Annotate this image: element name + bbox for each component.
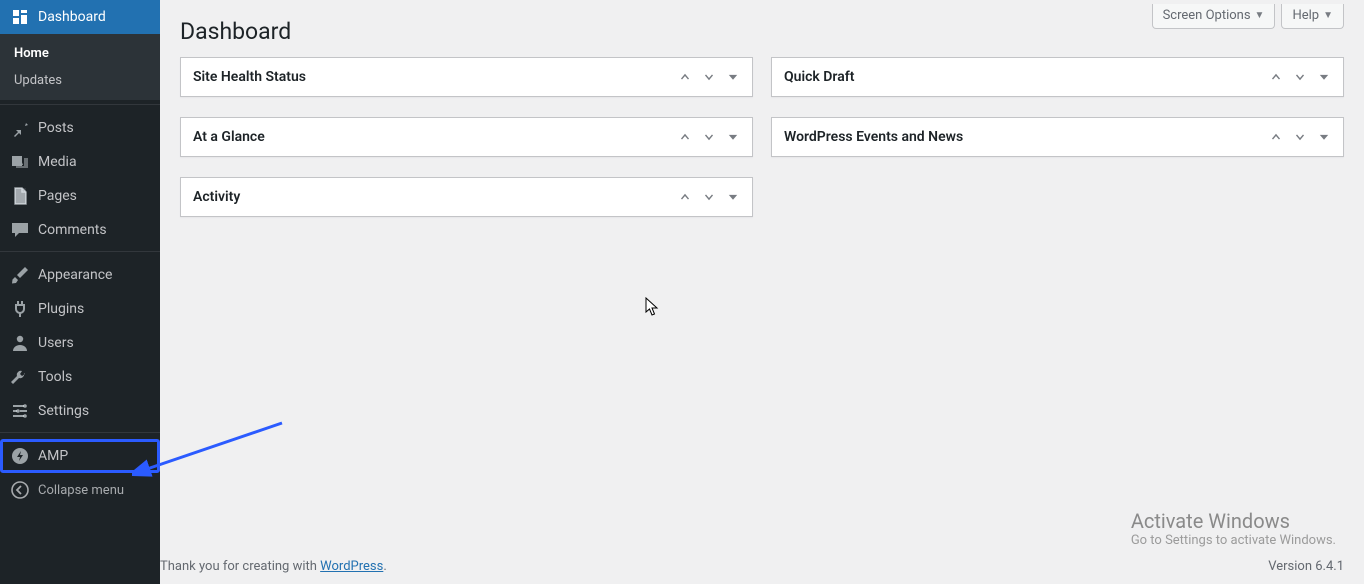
user-icon	[10, 333, 30, 353]
move-up-icon[interactable]	[678, 70, 692, 84]
sidebar-item-label: Plugins	[38, 301, 152, 317]
widget-header[interactable]: Activity	[181, 178, 752, 216]
widget-title: Quick Draft	[784, 69, 854, 85]
toggle-panel-icon[interactable]	[726, 130, 740, 144]
screen-options-label: Screen Options	[1163, 8, 1251, 23]
widget-events_news: WordPress Events and News	[771, 117, 1344, 157]
media-icon	[10, 152, 30, 172]
plug-icon	[10, 299, 30, 319]
pages-icon	[10, 186, 30, 206]
sidebar-item-label: Tools	[38, 369, 152, 385]
move-up-icon[interactable]	[678, 130, 692, 144]
menu-separator	[0, 428, 160, 433]
settings-icon	[10, 401, 30, 421]
collapse-icon	[10, 480, 30, 500]
pin-icon	[10, 118, 30, 138]
sidebar-item-label: Media	[38, 154, 152, 170]
widget-title: At a Glance	[193, 129, 265, 145]
sidebar-item-comments[interactable]: Comments	[0, 213, 160, 247]
widget-header[interactable]: Site Health Status	[181, 58, 752, 96]
toggle-panel-icon[interactable]	[1317, 130, 1331, 144]
move-down-icon[interactable]	[1293, 130, 1307, 144]
sidebar-item-plugins[interactable]: Plugins	[0, 292, 160, 326]
toggle-panel-icon[interactable]	[1317, 70, 1331, 84]
admin-sidebar: Dashboard HomeUpdates Posts Media Pages Comme…	[0, 0, 160, 584]
footer-credit: Thank you for creating with WordPress.	[160, 559, 387, 574]
sidebar-item-label: Appearance	[38, 267, 152, 283]
move-down-icon[interactable]	[1293, 70, 1307, 84]
move-up-icon[interactable]	[1269, 130, 1283, 144]
sidebar-item-tools[interactable]: Tools	[0, 360, 160, 394]
widget-quick_draft: Quick Draft	[771, 57, 1344, 97]
widget-site_health: Site Health Status	[180, 57, 753, 97]
sidebar-item-label: Pages	[38, 188, 152, 204]
move-up-icon[interactable]	[678, 190, 692, 204]
sidebar-item-amp[interactable]: AMP	[0, 439, 160, 473]
sidebar-item-collapse[interactable]: Collapse menu	[0, 473, 160, 507]
widget-title: Activity	[193, 189, 240, 205]
sidebar-subitem-home[interactable]: Home	[0, 40, 160, 67]
move-down-icon[interactable]	[702, 190, 716, 204]
sidebar-item-settings[interactable]: Settings	[0, 394, 160, 428]
toggle-panel-icon[interactable]	[726, 190, 740, 204]
widget-activity: Activity	[180, 177, 753, 217]
widget-title: WordPress Events and News	[784, 129, 963, 145]
caret-down-icon: ▼	[1323, 10, 1333, 21]
sidebar-item-media[interactable]: Media	[0, 145, 160, 179]
sidebar-item-dashboard[interactable]: Dashboard	[0, 0, 160, 34]
screen-options-button[interactable]: Screen Options ▼	[1152, 4, 1276, 29]
sidebar-item-label: Users	[38, 335, 152, 351]
widget-header[interactable]: At a Glance	[181, 118, 752, 156]
main-content: Screen Options ▼ Help ▼ Dashboard Site H…	[160, 0, 1364, 584]
sidebar-item-label: AMP	[38, 448, 152, 464]
help-button[interactable]: Help ▼	[1281, 4, 1344, 29]
widget-title: Site Health Status	[193, 69, 306, 85]
move-down-icon[interactable]	[702, 130, 716, 144]
wordpress-link[interactable]: WordPress	[320, 559, 383, 574]
dashboard-column-left: Site Health Status At a Glance Activity	[180, 57, 753, 237]
move-down-icon[interactable]	[702, 70, 716, 84]
help-label: Help	[1292, 8, 1319, 23]
brush-icon	[10, 265, 30, 285]
windows-activation-watermark: Activate Windows Go to Settings to activ…	[1131, 509, 1336, 548]
widget-header[interactable]: Quick Draft	[772, 58, 1343, 96]
amp-icon	[10, 446, 30, 466]
comment-icon	[10, 220, 30, 240]
widget-at_a_glance: At a Glance	[180, 117, 753, 157]
sidebar-subitem-updates[interactable]: Updates	[0, 67, 160, 94]
sidebar-item-label: Settings	[38, 403, 152, 419]
sidebar-item-label: Collapse menu	[38, 483, 152, 498]
sidebar-item-label: Dashboard	[38, 9, 152, 25]
caret-down-icon: ▼	[1255, 10, 1265, 21]
wrench-icon	[10, 367, 30, 387]
dashboard-icon	[10, 7, 30, 27]
sidebar-item-label: Comments	[38, 222, 152, 238]
move-up-icon[interactable]	[1269, 70, 1283, 84]
footer-version: Version 6.4.1	[1268, 559, 1344, 574]
dashboard-column-right: Quick Draft WordPress Events and News	[771, 57, 1344, 237]
sidebar-submenu-dashboard: HomeUpdates	[0, 34, 160, 100]
sidebar-item-posts[interactable]: Posts	[0, 111, 160, 145]
sidebar-item-pages[interactable]: Pages	[0, 179, 160, 213]
menu-separator	[0, 247, 160, 252]
toggle-panel-icon[interactable]	[726, 70, 740, 84]
sidebar-item-appearance[interactable]: Appearance	[0, 258, 160, 292]
sidebar-item-users[interactable]: Users	[0, 326, 160, 360]
sidebar-item-label: Posts	[38, 120, 152, 136]
menu-separator	[0, 100, 160, 105]
widget-header[interactable]: WordPress Events and News	[772, 118, 1343, 156]
